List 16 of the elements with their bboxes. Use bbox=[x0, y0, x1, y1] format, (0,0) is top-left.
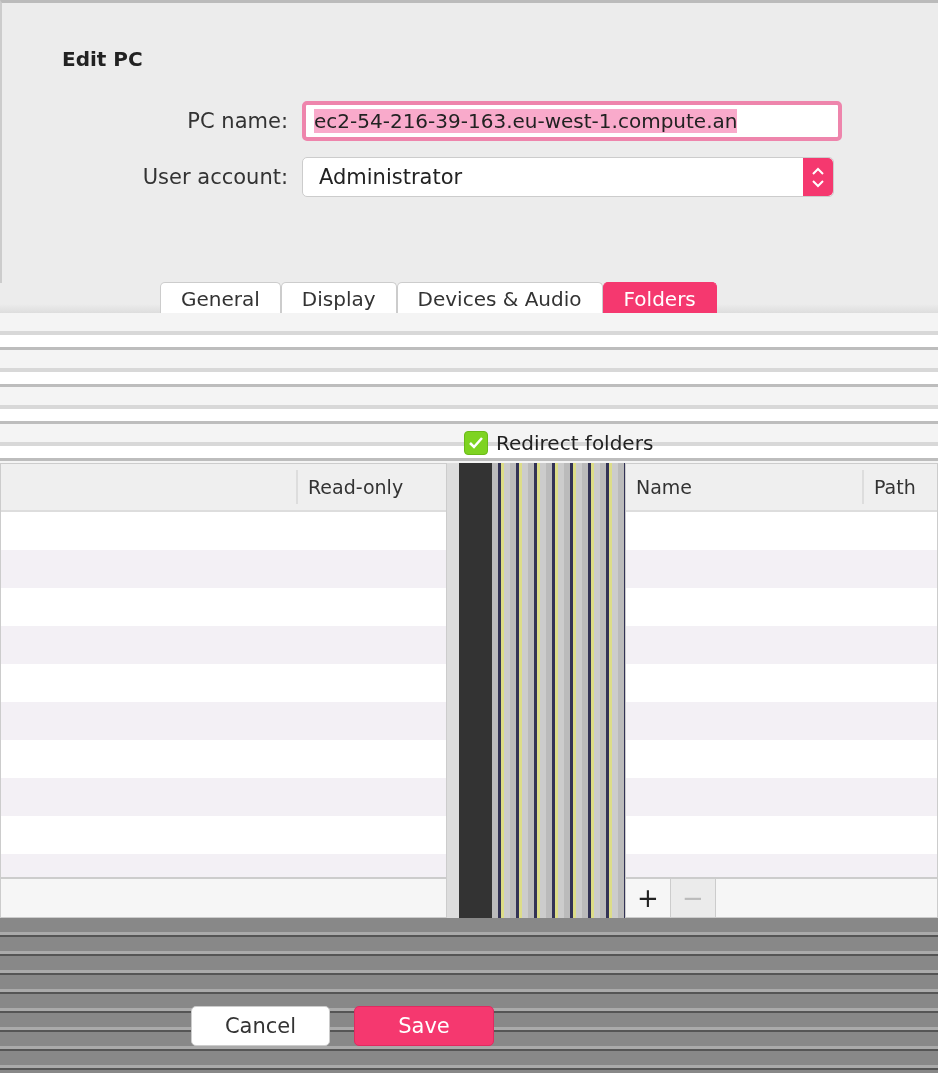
pc-name-field[interactable]: ec2-54-216-39-163.eu-west-1.compute.an bbox=[302, 101, 842, 141]
user-account-dropdown[interactable]: Administrator bbox=[302, 157, 834, 197]
tab[interactable]: General bbox=[160, 282, 281, 313]
column-header: Path bbox=[862, 470, 937, 504]
checkbox-label: Redirect folders bbox=[496, 431, 654, 455]
field-label: User account: bbox=[141, 165, 288, 189]
cancel-button[interactable]: Cancel bbox=[191, 1006, 330, 1046]
tab[interactable]: Display bbox=[280, 282, 397, 313]
save-button[interactable]: Save bbox=[354, 1006, 494, 1046]
dialog-title: Edit PC bbox=[62, 47, 143, 71]
tab[interactable]: Devices & Audio bbox=[396, 282, 603, 313]
field-label: PC name: bbox=[186, 109, 288, 133]
tab[interactable]: Folders bbox=[602, 282, 717, 313]
checkmark-icon bbox=[469, 437, 483, 449]
checkbox[interactable] bbox=[464, 431, 488, 455]
column-header: Name bbox=[635, 475, 694, 500]
